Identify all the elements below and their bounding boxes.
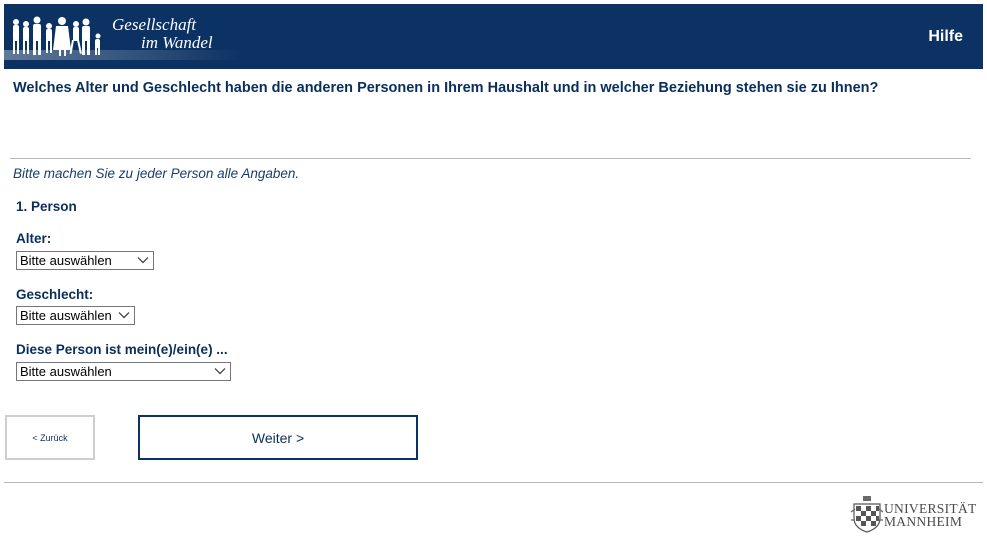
question-text: Welches Alter und Geschlecht haben die a… bbox=[13, 80, 879, 96]
gender-select[interactable]: Bitte auswählen bbox=[16, 306, 135, 325]
instruction-hint: Bitte machen Sie zu jeder Person alle An… bbox=[13, 166, 300, 181]
university-seal-icon bbox=[850, 496, 884, 533]
age-select[interactable]: Bitte auswählen bbox=[16, 251, 154, 270]
chevron-down-icon bbox=[214, 368, 226, 375]
divider bbox=[10, 158, 971, 159]
relationship-select-value: Bitte auswählen bbox=[20, 364, 112, 379]
university-name: UNIVERSITÄT MANNHEIM bbox=[884, 502, 977, 529]
header-bar: Gesellschaft im Wandel Hilfe bbox=[4, 4, 983, 69]
back-button-label: < Zurück bbox=[32, 432, 68, 443]
help-link[interactable]: Hilfe bbox=[928, 28, 963, 46]
brand-line-1: Gesellschaft bbox=[112, 15, 197, 34]
gender-label: Geschlecht: bbox=[16, 287, 94, 302]
gender-select-value: Bitte auswählen bbox=[20, 308, 112, 323]
brand-title: Gesellschaft im Wandel bbox=[112, 16, 213, 52]
brand-line-2: im Wandel bbox=[141, 33, 213, 52]
back-button[interactable]: < Zurück bbox=[5, 415, 95, 460]
university-logo: UNIVERSITÄT MANNHEIM bbox=[850, 494, 982, 534]
university-line-2: MANNHEIM bbox=[884, 514, 963, 529]
next-button[interactable]: Weiter > bbox=[138, 415, 418, 460]
next-button-label: Weiter > bbox=[251, 429, 305, 446]
chevron-down-icon bbox=[137, 257, 149, 264]
footer-divider bbox=[4, 482, 983, 483]
relationship-label: Diese Person ist mein(e)/ein(e) ... bbox=[16, 342, 228, 357]
relationship-select[interactable]: Bitte auswählen bbox=[16, 362, 231, 381]
age-select-value: Bitte auswählen bbox=[20, 253, 112, 268]
chevron-down-icon bbox=[118, 312, 130, 319]
age-label: Alter: bbox=[16, 231, 52, 246]
person-heading: 1. Person bbox=[16, 199, 77, 214]
